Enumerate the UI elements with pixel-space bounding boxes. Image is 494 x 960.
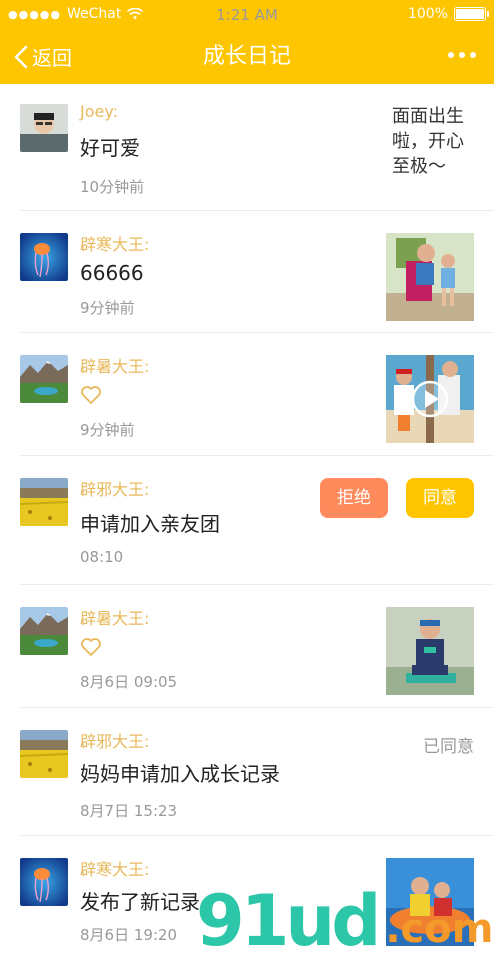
- video-thumbnail[interactable]: [386, 355, 474, 443]
- timestamp: 8月7日 15:23: [80, 802, 178, 820]
- avatar: [20, 104, 68, 152]
- battery-percent: 100%: [407, 6, 448, 22]
- list-item[interactable]: 辟寒大王: 66666 9分钟前: [20, 211, 494, 333]
- timestamp: 8月6日 19:20: [80, 926, 178, 944]
- heart-icon: [81, 386, 101, 404]
- reject-button[interactable]: 拒绝: [320, 478, 388, 518]
- request-status: 已同意: [423, 737, 474, 757]
- sender-name: 辟寒大王:: [80, 235, 150, 254]
- status-bar: ●●●●● WeChat 1:21 AM 100%: [0, 0, 494, 28]
- list-item: 辟邪大王: 妈妈申请加入成长记录 8月7日 15:23 已同意: [20, 708, 494, 836]
- list-item[interactable]: 辟暑大王: 8月6日 09:05: [20, 585, 494, 708]
- watermark-main: 91ud: [196, 880, 381, 960]
- watermark-suffix: .com: [385, 906, 494, 952]
- message-text: 好可爱: [80, 136, 140, 160]
- watermark-logo: 91ud .com: [196, 880, 494, 960]
- list-item: 辟邪大王: 申请加入亲友团 08:10 拒绝 同意: [20, 456, 494, 585]
- timestamp: 9分钟前: [80, 299, 135, 317]
- message-text: 申请加入亲友团: [80, 512, 220, 536]
- sender-name: 辟寒大王:: [80, 860, 150, 879]
- battery-icon: [454, 7, 489, 21]
- header: ●●●●● WeChat 1:21 AM 100% 返回 成长日记: [0, 0, 494, 84]
- timestamp: 10分钟前: [80, 178, 145, 196]
- avatar: [20, 355, 68, 403]
- avatar: [20, 233, 68, 281]
- avatar: [20, 607, 68, 655]
- message-text: 发布了新记录: [80, 890, 200, 914]
- list-item[interactable]: Joey: 好可爱 10分钟前 面面出生啦，开心至极～: [20, 84, 494, 211]
- avatar: [20, 858, 68, 906]
- message-text: 妈妈申请加入成长记录: [80, 762, 280, 786]
- record-caption: 面面出生啦，开心至极～: [392, 106, 464, 177]
- timestamp: 8月6日 09:05: [80, 673, 178, 691]
- timestamp: 9分钟前: [80, 421, 135, 439]
- sender-name: 辟暑大王:: [80, 357, 150, 376]
- heart-icon: [81, 638, 101, 656]
- notification-list: Joey: 好可爱 10分钟前 面面出生啦，开心至极～ 辟寒大王: 66666 …: [0, 84, 494, 960]
- sender-name: Joey:: [80, 102, 119, 121]
- avatar: [20, 730, 68, 778]
- list-item[interactable]: 辟暑大王: 9分钟前: [20, 333, 494, 456]
- sender-name: 辟暑大王:: [80, 609, 150, 628]
- accept-button[interactable]: 同意: [406, 478, 474, 518]
- more-icon[interactable]: [448, 52, 476, 58]
- record-thumbnail[interactable]: [386, 607, 474, 695]
- nav-bar: 返回 成长日记: [0, 28, 494, 84]
- sender-name: 辟邪大王:: [80, 480, 150, 499]
- timestamp: 08:10: [80, 548, 124, 566]
- record-thumbnail[interactable]: [386, 233, 474, 321]
- page-title: 成长日记: [202, 44, 291, 69]
- sender-name: 辟邪大王:: [80, 732, 150, 751]
- message-text: 66666: [80, 261, 144, 285]
- avatar: [20, 478, 68, 526]
